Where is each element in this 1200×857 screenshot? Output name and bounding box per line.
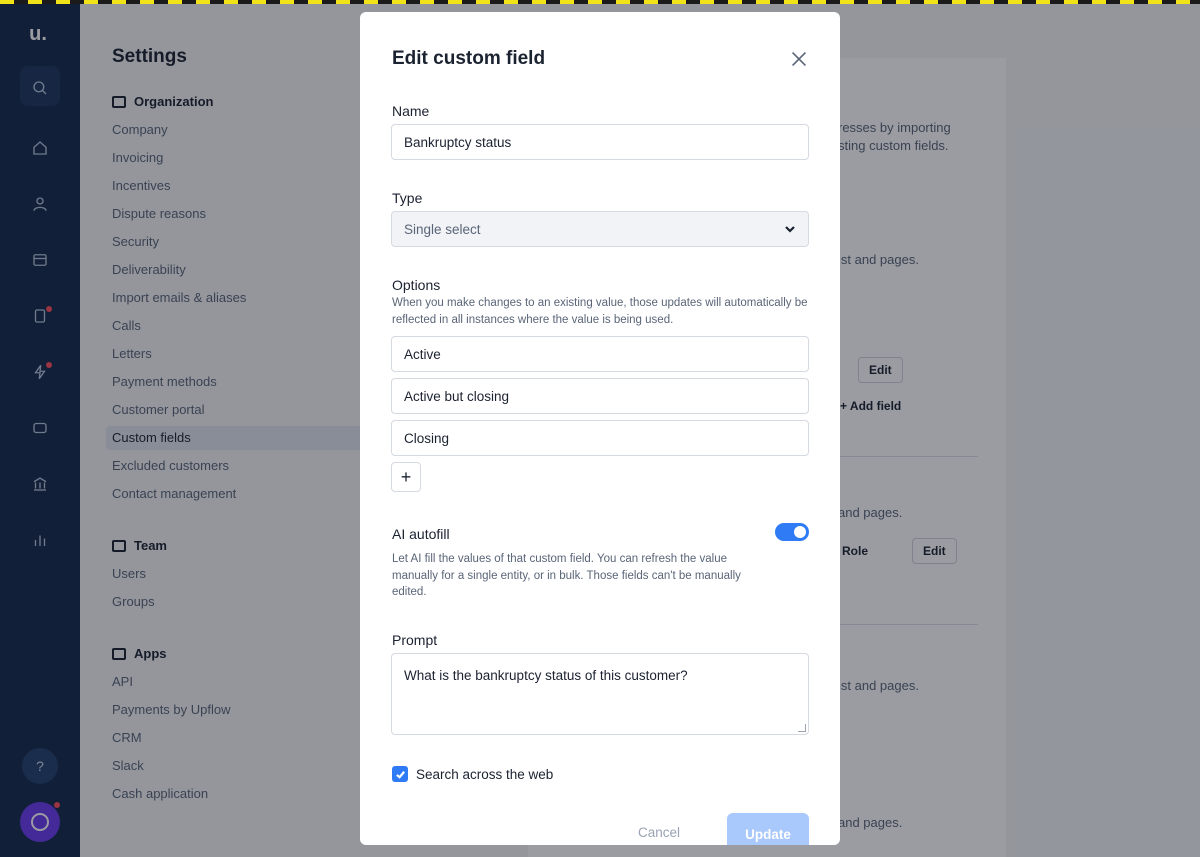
dialog-title: Edit custom field	[392, 48, 546, 69]
option-input[interactable]: Closing	[391, 420, 809, 456]
resize-handle[interactable]	[798, 724, 806, 732]
check-icon	[395, 770, 405, 779]
add-option-button[interactable]: +	[391, 462, 421, 492]
ai-autofill-hint: Let AI fill the values of that custom fi…	[392, 553, 741, 598]
name-input[interactable]: Bankruptcy status	[391, 124, 809, 160]
cancel-button[interactable]: Cancel	[638, 825, 680, 840]
options-hint: When you make changes to an existing val…	[392, 297, 808, 326]
ai-autofill-label: AI autofill	[392, 526, 450, 542]
update-button[interactable]: Update	[727, 813, 809, 845]
prompt-textarea[interactable]: What is the bankruptcy status of this cu…	[391, 653, 809, 735]
search-web-checkbox[interactable]	[392, 766, 408, 782]
ai-autofill-toggle[interactable]	[775, 523, 809, 541]
edit-custom-field-dialog: Edit custom field Name Bankruptcy status…	[360, 12, 840, 845]
type-label: Type	[392, 190, 423, 206]
prompt-text: What is the bankruptcy status of this cu…	[404, 668, 688, 683]
search-web-label[interactable]: Search across the web	[416, 767, 553, 782]
options-label: Options	[392, 277, 441, 293]
type-select[interactable]: Single select	[391, 211, 809, 247]
close-icon[interactable]	[788, 48, 810, 70]
type-select-value: Single select	[404, 221, 481, 237]
name-label: Name	[392, 103, 430, 119]
chevron-down-icon	[785, 226, 795, 233]
prompt-label: Prompt	[392, 632, 438, 648]
option-input[interactable]: Active but closing	[391, 378, 809, 414]
hazard-stripe	[0, 0, 1200, 4]
option-input[interactable]: Active	[391, 336, 809, 372]
toggle-knob	[794, 526, 806, 538]
